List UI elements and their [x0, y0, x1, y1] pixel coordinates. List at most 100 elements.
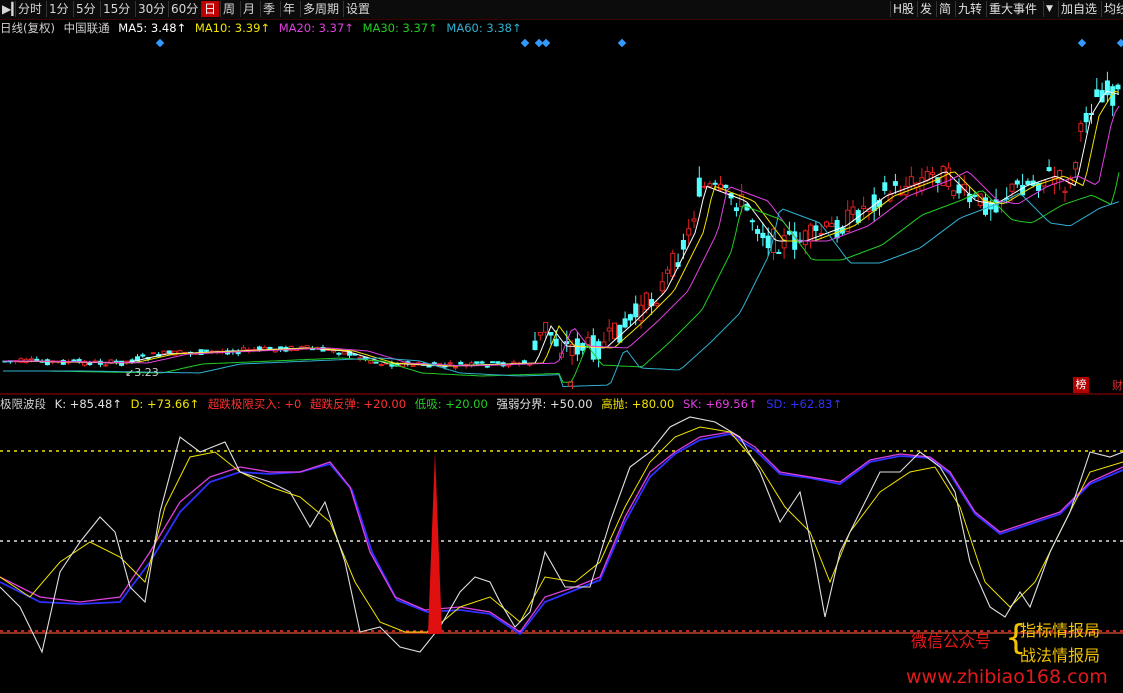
oversold-rebound-value: 超跌反弹: +20.00: [309, 397, 407, 411]
ma-line: [3, 90, 1120, 367]
candle: [1062, 186, 1068, 202]
candle: [474, 361, 480, 365]
tab-intraday[interactable]: 分时: [15, 1, 45, 17]
tab-monthly[interactable]: 月: [240, 1, 259, 17]
candle: [468, 360, 474, 368]
signal-diamond: [1116, 38, 1123, 48]
candle: [749, 218, 755, 231]
candle: [993, 188, 999, 214]
candle: [235, 349, 241, 357]
ma5-value: MA5: 3.48↑: [118, 21, 187, 35]
candle: [108, 359, 114, 365]
play-icon[interactable]: ▶▎: [0, 1, 14, 17]
panel-divider: [0, 393, 1123, 395]
candles: [2, 71, 1121, 371]
candle: [1104, 71, 1110, 103]
candle: [1014, 178, 1020, 189]
account-name-1: 指标情报局: [1020, 621, 1101, 640]
candle: [702, 181, 708, 189]
major-events-button[interactable]: 重大事件: [986, 1, 1042, 17]
candle: [808, 222, 814, 249]
candle: [1073, 160, 1079, 179]
dropdown-icon[interactable]: ▼: [1043, 1, 1057, 17]
hk-share-button[interactable]: H股: [890, 1, 916, 17]
tab-30min[interactable]: 30分: [135, 1, 167, 17]
candle: [1078, 120, 1084, 142]
candlestick-chart[interactable]: [0, 36, 1123, 394]
issue-button[interactable]: 发: [917, 1, 935, 17]
candle: [686, 218, 692, 245]
tab-weekly[interactable]: 周: [220, 1, 239, 17]
finance-badge[interactable]: 财: [1112, 377, 1123, 393]
tab-yearly[interactable]: 年: [280, 1, 299, 17]
period-toolbar: ▶▎ 分时 1分 5分 15分 30分 60分 日 周 月 季 年 多周期 设置…: [0, 0, 1123, 20]
candle: [103, 362, 109, 368]
indicator-info: 极限波段 K: +85.48↑ D: +73.66↑ 超跌极限买入: +0 超跌…: [0, 396, 847, 412]
ma20-value: MA20: 3.37↑: [278, 21, 354, 35]
candle: [92, 358, 98, 363]
candle: [458, 360, 464, 365]
ma10-value: MA10: 3.39↑: [194, 21, 271, 35]
tab-15min[interactable]: 15分: [100, 1, 134, 17]
candle: [119, 360, 125, 367]
signal-diamond: [541, 38, 551, 48]
indicator-title: 极限波段: [0, 397, 46, 411]
candle: [892, 173, 898, 194]
candle: [696, 166, 702, 198]
series-label: 日线(复权): [0, 21, 55, 35]
stock-name: 中国联通: [63, 21, 110, 35]
candle: [718, 175, 723, 192]
candle: [622, 311, 628, 329]
tab-5min[interactable]: 5分: [73, 1, 99, 17]
candle: [150, 352, 156, 355]
extreme-buy-value: 超跌极限买入: +0: [207, 397, 302, 411]
candle: [659, 272, 665, 295]
signal-diamond: [617, 38, 627, 48]
candle: [1110, 83, 1116, 117]
high-sell-value: 高抛: +80.00: [601, 397, 675, 411]
candle: [1046, 159, 1052, 172]
candle: [378, 362, 384, 367]
ma-line: [3, 105, 1120, 367]
candle: [829, 216, 835, 228]
k-value: K: +85.48↑: [54, 397, 122, 411]
low-absorb-value: 低吸: +20.00: [414, 397, 488, 411]
candle: [606, 319, 612, 342]
candle: [961, 175, 967, 196]
ma-button[interactable]: 均线: [1101, 1, 1123, 17]
candle: [776, 249, 782, 254]
brief-button[interactable]: 简: [936, 1, 954, 17]
candle: [882, 175, 888, 195]
candle: [691, 210, 697, 229]
candle: [596, 338, 602, 368]
main-chart-info: 日线(复权) 中国联通 MA5: 3.48↑ MA10: 3.39↑ MA20:…: [0, 20, 527, 36]
candle: [627, 313, 633, 326]
tab-60min[interactable]: 60分: [168, 1, 200, 17]
tab-daily[interactable]: 日: [201, 1, 219, 17]
candle: [930, 166, 935, 186]
candle: [956, 178, 962, 199]
extreme-buy-spike: [428, 452, 442, 634]
candle: [18, 357, 24, 363]
tab-1min[interactable]: 1分: [46, 1, 72, 17]
candle: [850, 200, 856, 223]
k-line: [0, 416, 1123, 654]
tab-multi-period[interactable]: 多周期: [300, 1, 342, 17]
candle: [336, 352, 342, 357]
website-url: www.zhibiao168.com: [906, 666, 1108, 688]
strength-divide-value: 强弱分界: +50.00: [496, 397, 593, 411]
add-watchlist-button[interactable]: 加自选: [1058, 1, 1100, 17]
nine-turn-button[interactable]: 九转: [955, 1, 985, 17]
rank-badge[interactable]: 榜: [1073, 377, 1089, 393]
candle: [945, 162, 951, 190]
settings-button[interactable]: 设置: [343, 1, 373, 17]
candle: [755, 225, 761, 242]
tab-quarterly[interactable]: 季: [260, 1, 279, 17]
candle: [1094, 78, 1100, 98]
candle: [983, 192, 988, 217]
signal-diamond: [1077, 38, 1087, 48]
candle: [537, 331, 543, 341]
event-marker-q[interactable]: q: [567, 377, 574, 390]
candle: [1051, 166, 1057, 195]
candle: [733, 202, 739, 217]
